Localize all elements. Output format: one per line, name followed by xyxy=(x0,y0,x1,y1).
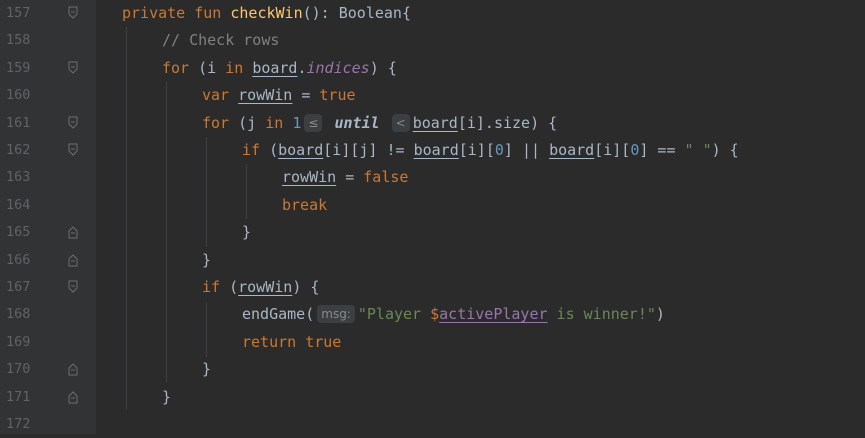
code-line[interactable]: 161 for (j in 1 ≤ until < board[i].size) { xyxy=(0,110,865,137)
code-line[interactable]: 165 } xyxy=(0,219,865,246)
line-number: 161 xyxy=(6,114,31,131)
line-number: 169 xyxy=(6,333,31,350)
line-number: 162 xyxy=(6,142,31,158)
fold-open-icon[interactable] xyxy=(68,61,78,75)
fold-close-icon[interactable] xyxy=(68,390,78,404)
code-line[interactable]: 157 private fun checkWin(): Boolean{ xyxy=(0,0,865,27)
code-text: var rowWin = true xyxy=(202,86,356,105)
code-line[interactable]: 169 return true xyxy=(0,329,865,356)
code-line[interactable]: 158 // Check rows xyxy=(0,27,865,54)
code-line[interactable]: 170 } xyxy=(0,356,865,383)
code-text: if (board[i][j] != board[i][0] || board[… xyxy=(242,141,739,159)
line-number: 170 xyxy=(6,361,31,378)
code-line[interactable]: 167 if (rowWin) { xyxy=(0,274,865,301)
code-text: // Check rows xyxy=(162,31,280,50)
fold-open-icon[interactable] xyxy=(68,6,78,20)
line-number: 157 xyxy=(6,5,31,21)
parameter-hint: msg: xyxy=(317,305,355,324)
code-line[interactable]: 160 var rowWin = true xyxy=(0,82,865,109)
code-line[interactable]: 163 rowWin = false xyxy=(0,164,865,191)
code-line[interactable]: 164 break xyxy=(0,192,865,219)
code-line[interactable]: 162 if (board[i][j] != board[i][0] || bo… xyxy=(0,137,865,164)
line-number: 166 xyxy=(6,251,31,268)
code-line[interactable]: 171 } xyxy=(0,384,865,411)
code-text: } xyxy=(202,250,212,269)
inlay-hint: ≤ xyxy=(304,113,323,132)
code-text: } xyxy=(162,387,172,406)
code-editor[interactable]: 157 private fun checkWin(): Boolean{ 158… xyxy=(0,0,865,434)
line-number: 163 xyxy=(6,169,31,186)
code-text: } xyxy=(202,360,212,379)
line-number: 165 xyxy=(6,224,31,241)
code-line[interactable]: 168 endGame(msg: "Player $activePlayer is… xyxy=(0,301,865,328)
fold-open-icon[interactable] xyxy=(68,116,78,130)
line-number: 158 xyxy=(6,32,31,49)
code-text: endGame(msg: "Player $activePlayer is win… xyxy=(242,305,665,324)
line-number: 164 xyxy=(6,196,31,213)
line-number: 160 xyxy=(6,87,31,104)
line-number: 171 xyxy=(6,388,31,405)
line-number: 159 xyxy=(6,59,31,76)
fold-open-icon[interactable] xyxy=(68,280,78,294)
fold-open-icon[interactable] xyxy=(68,143,78,157)
code-line[interactable]: 159 for (i in board.indices) { xyxy=(0,55,865,82)
code-text: rowWin = false xyxy=(282,168,409,187)
inlay-hint: < xyxy=(391,113,410,132)
fold-close-icon[interactable] xyxy=(68,362,78,376)
fold-close-icon[interactable] xyxy=(68,253,78,267)
code-text: if (rowWin) { xyxy=(202,278,320,296)
code-text: private fun checkWin(): Boolean{ xyxy=(122,4,411,22)
code-line[interactable]: 166 } xyxy=(0,247,865,274)
code-text: break xyxy=(282,195,328,214)
fold-close-icon[interactable] xyxy=(68,225,78,239)
code-text: } xyxy=(242,223,252,242)
code-text: return true xyxy=(242,332,342,351)
line-number: 168 xyxy=(6,306,31,323)
line-number: 167 xyxy=(6,279,31,295)
code-text: for (j in 1 ≤ until < board[i].size) { xyxy=(202,113,558,132)
code-text: for (i in board.indices) { xyxy=(162,58,397,77)
